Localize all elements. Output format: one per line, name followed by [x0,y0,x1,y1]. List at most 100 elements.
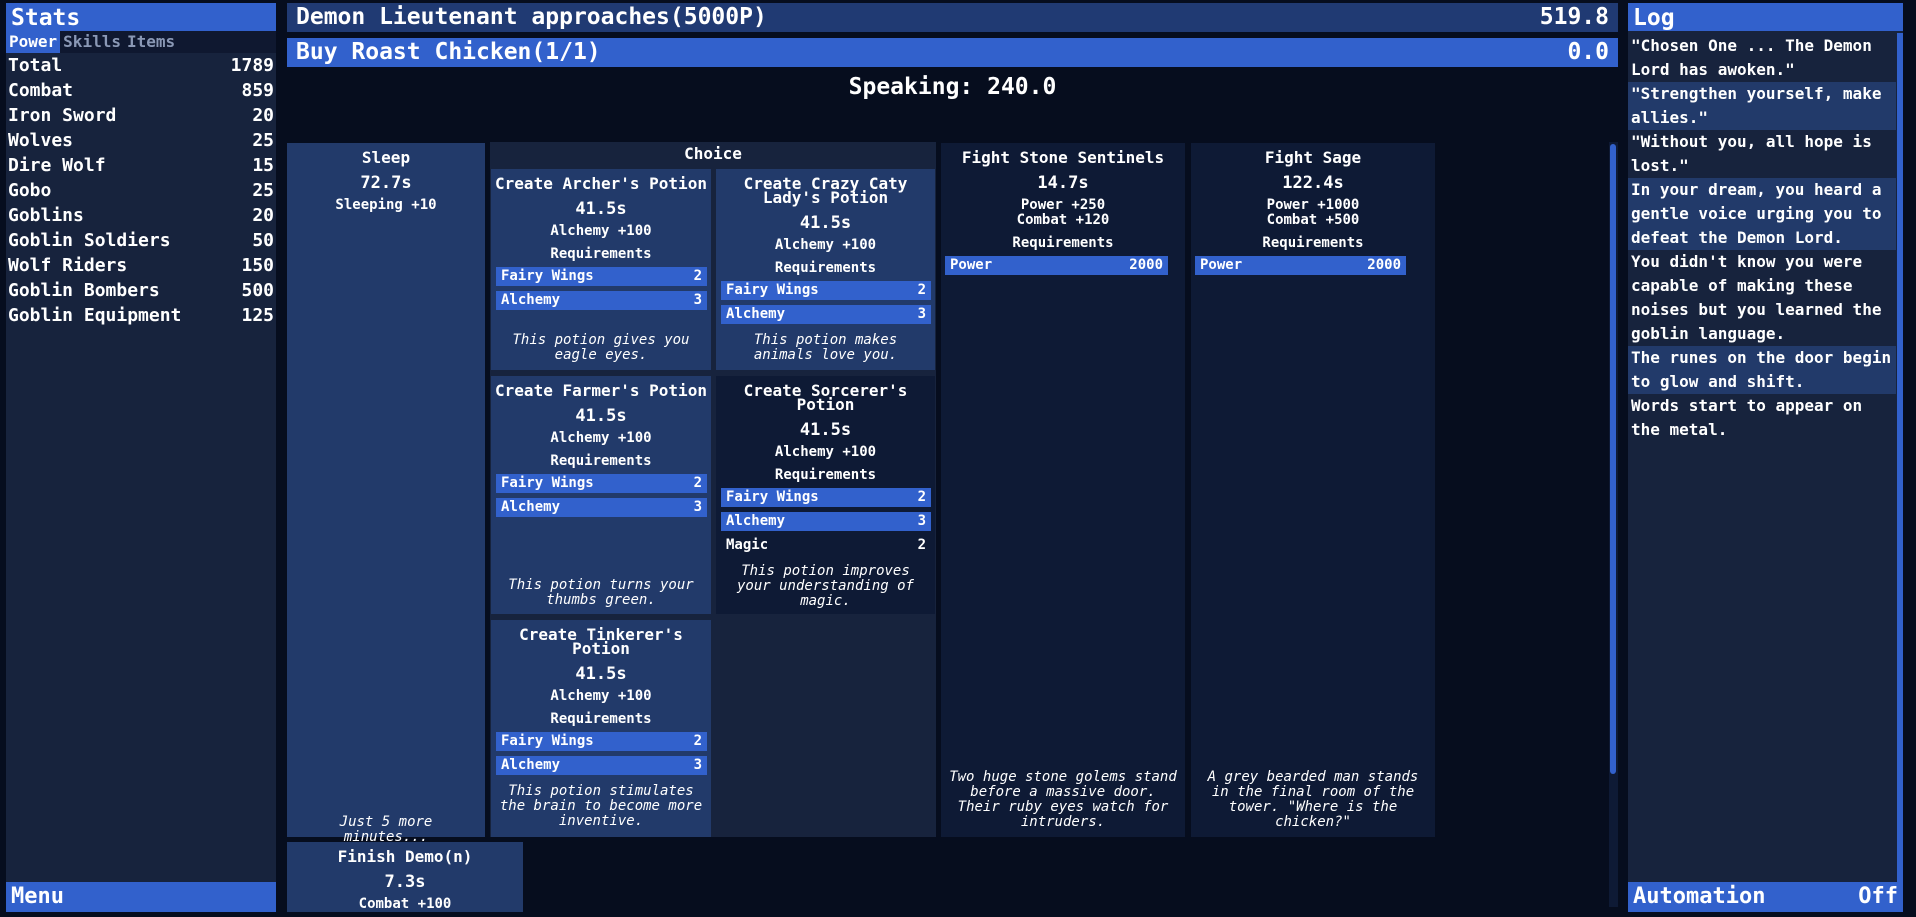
event-label: Demon Lieutenant approaches(5000P) [296,4,767,30]
actions-scrollbar-thumb[interactable] [1610,144,1616,774]
requirements-label: Requirements [1262,235,1364,251]
action-name: Create Crazy Caty Lady's Potion [743,174,908,207]
log-entry: "Strengthen yourself, make allies." [1628,82,1896,130]
action-effect: Combat +120 [1016,212,1110,228]
action-description: A grey bearded man stands in the final r… [1207,769,1419,830]
requirement-progress: Power 2000 [1195,256,1406,275]
requirement-row: Fairy Wings 2 [721,488,931,507]
requirements-label: Requirements [550,711,652,727]
requirement-label: Fairy Wings [501,268,594,284]
requirement-row: Alchemy 3 [721,512,931,531]
stat-label: Wolves [8,130,74,151]
stat-value: 1789 [230,55,274,76]
action-name: Create Farmer's Potion [495,381,707,400]
current-action-value: 0.0 [1567,39,1609,65]
stat-value: 50 [252,230,274,251]
requirement-value: 2000 [1367,257,1401,273]
action-create-crazy-caty-ladys-potion[interactable]: Create Crazy Caty Lady's Potion 41.5s Al… [716,169,935,370]
requirement-value: 3 [693,499,702,515]
log-entry: "Chosen One ... The Demon Lord has awoke… [1631,36,1872,79]
action-effect: Alchemy +100 [550,430,652,446]
action-sleep[interactable]: Sleep 72.7s Sleeping +10 Just 5 more min… [287,143,485,845]
requirements-label: Requirements [1012,235,1114,251]
action-create-archers-potion[interactable]: Create Archer's Potion 41.5s Alchemy +10… [491,169,711,370]
tab-skills[interactable]: Skills [60,31,124,53]
stat-row-goblin-soldiers: Goblin Soldiers 50 [6,228,276,253]
action-description: This potion gives you eagle eyes. [512,332,690,363]
action-time: 41.5s [799,420,852,440]
action-create-tinkerers-potion[interactable]: Create Tinkerer's Potion 41.5s Alchemy +… [491,620,711,837]
requirement-label: Alchemy [501,499,561,515]
tab-items[interactable]: Items [124,31,178,53]
requirement-value: 3 [917,513,926,529]
stat-label: Gobo [8,180,52,201]
stat-row-iron-sword: Iron Sword 20 [6,103,276,128]
action-name: Fight Stone Sentinels [961,148,1165,167]
action-effect: Alchemy +100 [774,444,877,460]
requirement-row: Alchemy 3 [496,756,707,775]
requirement-row: Fairy Wings 2 [496,474,707,493]
current-action-bar[interactable]: Buy Roast Chicken(1/1) 0.0 [287,38,1618,67]
automation-label: Automation [1633,884,1766,909]
log-panel: Log "Chosen One ... The Demon Lord has a… [1628,3,1903,912]
log-entry: You didn't know you were capable of maki… [1631,252,1882,343]
action-create-sorcerers-potion[interactable]: Create Sorcerer's Potion 41.5s Alchemy +… [716,376,935,614]
stat-label: Goblin Equipment [8,305,182,326]
action-fight-sage[interactable]: Fight Sage 122.4s Power +1000 Combat +50… [1191,143,1435,837]
action-description: This potion improves your understanding … [736,563,914,609]
requirement-value: 2 [917,282,926,298]
stat-row-goblin-bombers: Goblin Bombers 500 [6,278,276,303]
action-time: 41.5s [575,199,627,219]
requirement-label: Alchemy [726,306,786,322]
stat-label: Total [8,55,63,76]
requirement-value: 3 [917,306,926,322]
requirement-value: 2 [917,489,926,505]
requirement-row: Alchemy 3 [721,305,931,324]
stat-label: Dire Wolf [8,155,106,176]
action-description: This potion turns your thumbs green. [508,577,694,608]
requirement-progress: Power 2000 [945,256,1168,275]
action-name: Create Archer's Potion [495,174,707,193]
requirement-label: Alchemy [726,513,786,529]
requirement-row: Alchemy 3 [496,498,707,517]
speaking-counter: Speaking: 240.0 [848,74,1057,100]
requirement-row: Fairy Wings 2 [721,281,931,300]
stat-label: Goblin Bombers [8,280,160,301]
action-description: This potion stimulates the brain to beco… [499,783,703,829]
stat-label: Goblin Soldiers [8,230,171,251]
requirement-label: Fairy Wings [501,733,594,749]
automation-toggle[interactable]: Automation Off [1628,882,1903,912]
action-create-farmers-potion[interactable]: Create Farmer's Potion 41.5s Alchemy +10… [491,376,711,614]
requirement-value: 2 [693,475,702,491]
action-description: This potion makes animals love you. [753,332,898,363]
action-name: Fight Sage [1264,148,1362,167]
event-progress-bar: Demon Lieutenant approaches(5000P) 519.8 [287,3,1618,32]
action-name: Create Sorcerer's Potion [743,381,908,414]
action-name: Create Tinkerer's Potion [519,625,683,658]
action-effect: Alchemy +100 [550,223,652,239]
requirement-row: Fairy Wings 2 [496,732,707,751]
action-time: 41.5s [575,664,627,684]
tab-power[interactable]: Power [6,31,61,53]
current-action-label: Buy Roast Chicken(1/1) [296,39,601,65]
stat-value: 125 [241,305,274,326]
action-fight-stone-sentinels[interactable]: Fight Stone Sentinels 14.7s Power +250 C… [941,143,1185,837]
action-effect: Combat +500 [1266,212,1360,228]
stat-label: Wolf Riders [8,255,128,276]
requirement-label: Fairy Wings [726,282,819,298]
log-scrollbar[interactable] [1897,33,1903,908]
requirement-value: 3 [693,757,702,773]
menu-button[interactable]: Menu [6,882,276,912]
action-time: 41.5s [799,213,852,233]
action-effect: Sleeping +10 [335,197,437,213]
stat-row-goblins: Goblins 20 [6,203,276,228]
requirement-row: Magic 2 [721,536,931,555]
requirement-label: Fairy Wings [501,475,594,491]
log-entry: Words start to appear on the metal. [1631,396,1863,439]
action-finish-demo[interactable]: Finish Demo(n) 7.3s Combat +100 [287,842,523,912]
requirement-value: 2 [693,733,702,749]
action-effect: Combat +100 [358,896,452,912]
action-effect: Power +1000 [1266,197,1360,213]
stats-list: Total 1789 Combat 859 Iron Sword 20 Wolves 2… [6,53,276,328]
action-effect: Alchemy +100 [774,237,877,253]
